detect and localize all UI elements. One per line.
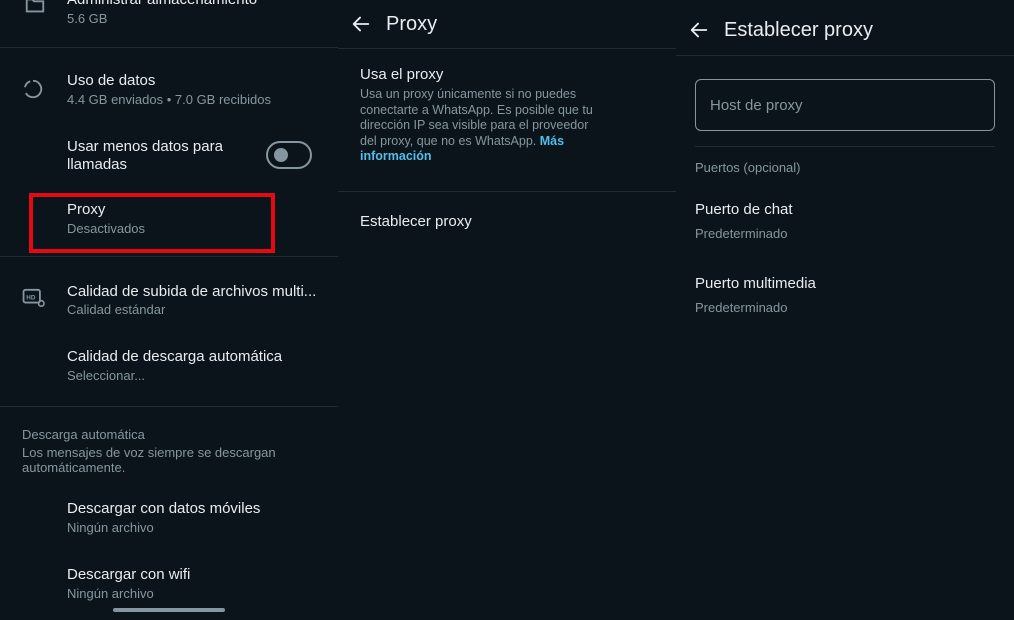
toggle-knob (274, 148, 288, 162)
auto-download-quality-item[interactable]: Calidad de descarga automática Seleccion… (0, 340, 338, 390)
upload-quality-item[interactable]: HD Calidad de subida de archivos multi..… (0, 272, 338, 322)
desc-line: conectarte a WhatsApp. Es posible que tu (360, 102, 593, 117)
data-usage-icon (22, 78, 44, 100)
storage-data-panel: Administrar almacenamiento 5.6 GB Uso de… (0, 0, 338, 620)
less-data-calls-item[interactable]: Usar menos datos para llamadas (0, 132, 338, 180)
auto-download-heading: Descarga automática (22, 427, 145, 442)
divider (0, 47, 338, 48)
download-mobile-data-subtitle: Ningún archivo (67, 520, 154, 535)
desc-line: dirección IP sea visible para el proveed… (360, 118, 589, 132)
gesture-home-bar[interactable] (113, 608, 225, 612)
upload-quality-title: Calidad de subida de archivos multi... (67, 283, 317, 300)
manage-storage-subtitle: 5.6 GB (67, 11, 108, 26)
download-wifi-subtitle: Ningún archivo (67, 586, 154, 601)
use-proxy-title: Usa el proxy (360, 66, 444, 83)
back-arrow-icon[interactable] (688, 19, 710, 41)
set-proxy-item[interactable]: Establecer proxy (338, 196, 676, 248)
auto-download-desc-line1: Los mensajes de voz siempre se descargan (22, 445, 276, 460)
download-wifi-title: Descargar con wifi (67, 566, 191, 583)
data-usage-title: Uso de datos (67, 72, 156, 89)
download-mobile-data-item[interactable]: Descargar con datos móviles Ningún archi… (0, 492, 338, 542)
download-wifi-item[interactable]: Descargar con wifi Ningún archivo (0, 558, 338, 606)
folder-icon (24, 0, 46, 16)
divider (676, 55, 1014, 56)
divider (0, 406, 338, 407)
divider (695, 146, 995, 147)
set-proxy-label: Establecer proxy (360, 213, 472, 230)
media-port-item[interactable]: Puerto multimedia Predeterminado (676, 266, 1014, 322)
set-proxy-screen: Establecer proxy Host de proxy Puertos (… (676, 0, 1014, 620)
download-mobile-data-title: Descargar con datos móviles (67, 500, 261, 517)
page-title: Proxy (386, 13, 438, 35)
data-usage-subtitle: 4.4 GB enviados • 7.0 GB recibidos (67, 92, 271, 107)
desc-line: Usa un proxy únicamente si no puedes (360, 87, 577, 101)
less-data-toggle[interactable] (266, 141, 312, 169)
divider (338, 48, 676, 49)
upload-quality-subtitle: Calidad estándar (67, 302, 166, 317)
back-arrow-icon[interactable] (350, 13, 372, 35)
highlight-box (29, 193, 275, 253)
divider (0, 256, 338, 257)
svg-text:HD: HD (26, 294, 36, 301)
desc-line-with-link: del proxy, que no es WhatsApp. Más (360, 134, 660, 150)
chat-port-subtitle: Predeterminado (695, 226, 788, 241)
divider (338, 191, 676, 192)
data-usage-item[interactable]: Uso de datos 4.4 GB enviados • 7.0 GB re… (0, 60, 338, 118)
page-title: Establecer proxy (724, 19, 873, 41)
more-info-link-part1[interactable]: Más (540, 134, 564, 148)
chat-port-item[interactable]: Puerto de chat Predeterminado (676, 192, 1014, 248)
less-data-calls-line1: Usar menos datos para (67, 138, 223, 155)
chat-port-title: Puerto de chat (695, 201, 793, 218)
proxy-screen: Proxy Usa el proxy Usa un proxy únicamen… (338, 0, 676, 620)
use-proxy-description: Usa un proxy únicamente si no puedes con… (360, 87, 660, 165)
desc-line: del proxy, que no es WhatsApp. (360, 133, 537, 148)
media-port-subtitle: Predeterminado (695, 300, 788, 315)
more-info-link-part2[interactable]: información (360, 149, 432, 163)
less-data-calls-line2: llamadas (67, 156, 128, 173)
auto-download-quality-subtitle: Seleccionar... (67, 368, 146, 383)
use-proxy-section: Usa el proxy Usa un proxy únicamente si … (360, 66, 660, 165)
auto-download-desc-line2: automáticamente. (22, 460, 126, 475)
auto-download-quality-title: Calidad de descarga automática (67, 348, 283, 365)
proxy-host-input[interactable]: Host de proxy (695, 79, 995, 131)
manage-storage-item[interactable]: Administrar almacenamiento 5.6 GB (0, 0, 338, 45)
hd-settings-icon: HD (22, 288, 46, 308)
proxy-host-placeholder: Host de proxy (710, 97, 803, 114)
media-port-title: Puerto multimedia (695, 275, 816, 292)
ports-heading: Puertos (opcional) (695, 160, 801, 175)
manage-storage-title: Administrar almacenamiento (67, 0, 257, 8)
